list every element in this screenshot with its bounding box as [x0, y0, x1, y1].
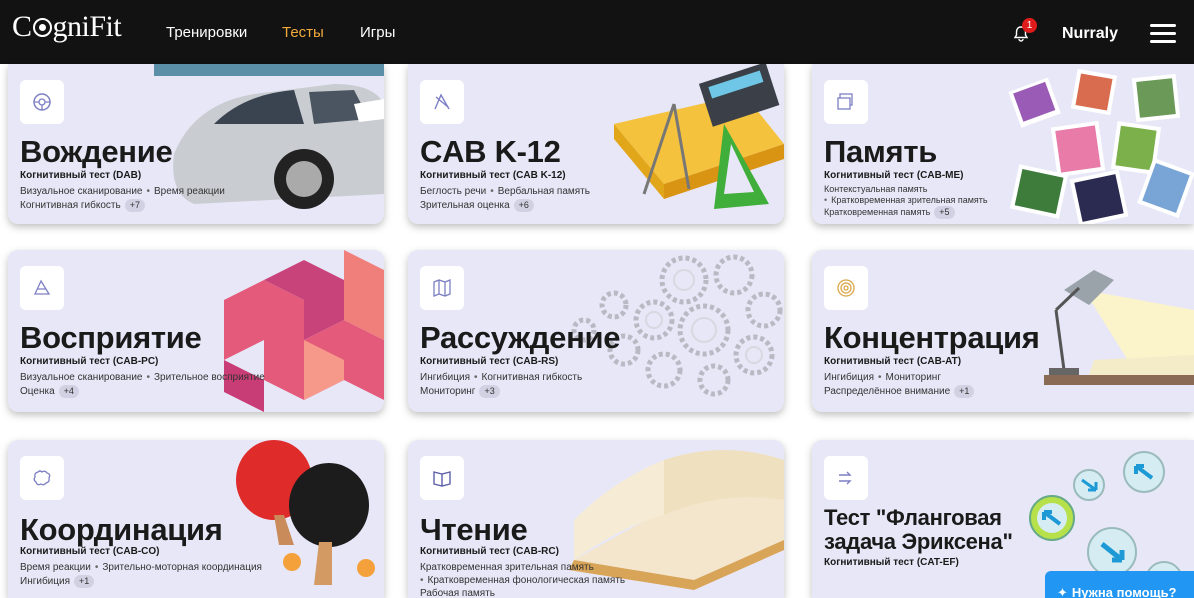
target-icon: [824, 266, 868, 310]
skill: Ингибиция: [420, 372, 470, 383]
card-skills: Ингибиция • Мониторинг Распределённое вним…: [824, 371, 975, 399]
skill: Когнитивная гибкость: [20, 200, 121, 211]
skill: Кратковременная зрительная память: [831, 195, 988, 205]
photos-illustration: [1008, 68, 1194, 224]
card-skills: Визуальное сканирование • Зрительное воспр…: [20, 372, 265, 398]
card-title: CAB K-12: [420, 134, 561, 169]
skill: Мониторинг: [885, 372, 941, 383]
photos-icon: [824, 80, 868, 124]
test-card-cab-k12[interactable]: CAB K-12 Когнитивный тест (CAB K-12) Бег…: [408, 64, 784, 224]
skill: Рабочая память: [420, 588, 495, 598]
card-subtitle: Когнитивный тест (CAB-PC): [20, 356, 159, 367]
card-title: Память: [824, 134, 937, 169]
skill: Вербальная память: [497, 186, 590, 197]
card-skills: Визуальное сканирование • Время реакции Ко…: [20, 186, 225, 212]
nav-trainings[interactable]: Тренировки: [166, 24, 247, 41]
skill: Визуальное сканирование: [20, 186, 143, 197]
skill: Оценка: [20, 386, 55, 397]
brain-icon: [20, 456, 64, 500]
skill: Ингибиция: [824, 372, 874, 383]
more-skills-chip: +1: [74, 575, 95, 588]
skill: Зрительное восприятие: [153, 372, 265, 383]
test-card-reasoning[interactable]: Рассуждение Когнитивный тест (CAB-RS) Ин…: [408, 250, 784, 412]
skill: Контекстуальная память: [824, 184, 928, 194]
card-skills: Контекстуальная память • Кратковременная …: [824, 184, 988, 219]
skill: Время реакции: [20, 562, 91, 573]
user-name[interactable]: Nurraly: [1062, 25, 1118, 43]
card-title: Рассуждение: [420, 320, 621, 355]
help-button[interactable]: ✦ Нужна помощь?: [1045, 571, 1194, 598]
steering-wheel-icon: [20, 80, 64, 124]
skill: Беглость речи: [420, 186, 487, 197]
school-supplies-icon: [420, 80, 464, 124]
card-title: Вождение: [20, 134, 173, 169]
skill: Время реакции: [153, 186, 225, 197]
card-skills: Беглость речи • Вербальная память Зрительн…: [420, 186, 590, 212]
skill: Кратковременная фонологическая память: [427, 575, 626, 586]
card-subtitle: Когнитивный тест (CAB-CO): [20, 546, 160, 557]
logo-text-start: C: [12, 10, 32, 43]
card-title: Чтение: [420, 512, 528, 547]
test-card-perception[interactable]: Восприятие Когнитивный тест (CAB-PC) Виз…: [8, 250, 384, 412]
logo-o-icon: [32, 18, 52, 37]
card-title: Концентрация: [824, 320, 1040, 355]
more-skills-chip: +7: [124, 199, 145, 212]
card-skills: Время реакции • Зрительно-моторная координ…: [20, 562, 262, 588]
skill: Распределённое внимание: [824, 386, 951, 397]
card-title-line: Тест "Фланговая: [824, 505, 1002, 530]
more-skills-chip: +6: [513, 199, 534, 212]
card-skills: Ингибиция • Когнитивная гибкость Мониторин…: [420, 372, 583, 398]
card-subtitle: Когнитивный тест (DAB): [20, 170, 142, 181]
skill: Визуальное сканирование: [20, 372, 143, 383]
cognifit-logo[interactable]: CgniFit: [12, 10, 122, 44]
nav-tests[interactable]: Тесты: [282, 24, 324, 41]
card-title: Тест "Фланговая задача Эриксена": [824, 506, 1013, 554]
skill: Мониторинг: [420, 386, 476, 397]
test-card-concentration[interactable]: Концентрация Когнитивный тест (CAB-AT) И…: [812, 250, 1194, 412]
card-subtitle: Когнитивный тест (CAB-AT): [824, 356, 962, 367]
card-title-line: задача Эриксена": [824, 529, 1013, 554]
skill: Кратковременная память: [824, 207, 931, 217]
skill: Ингибиция: [20, 576, 70, 587]
more-skills-chip: +5: [934, 206, 955, 219]
more-skills-chip: +1: [954, 385, 975, 398]
card-subtitle: Когнитивный тест (CAB K-12): [420, 170, 566, 181]
skill: Когнитивная гибкость: [481, 372, 583, 383]
card-title: Координация: [20, 512, 223, 547]
test-card-driving[interactable]: Вождение Когнитивный тест (DAB) Визуальн…: [8, 64, 384, 224]
test-card-coordination[interactable]: Координация Когнитивный тест (CAB-CO) Вр…: [8, 440, 384, 598]
top-navbar: CgniFit Тренировки Тесты Игры 1 Nurraly: [0, 0, 1194, 64]
triangle-shape-icon: [20, 266, 64, 310]
map-icon: [420, 266, 464, 310]
card-subtitle: Когнитивный тест (CAB-RS): [420, 356, 559, 367]
test-card-reading[interactable]: Чтение Когнитивный тест (CAB-RC) Кратков…: [408, 440, 784, 598]
skill: Зрительно-моторная координация: [102, 562, 262, 573]
skill: Зрительная оценка: [420, 200, 510, 211]
hamburger-menu-icon[interactable]: [1150, 24, 1176, 43]
test-card-memory[interactable]: Память Когнитивный тест (CAB-ME) Контекс…: [812, 64, 1194, 224]
more-skills-chip: +4: [58, 385, 79, 398]
notification-badge: 1: [1022, 18, 1037, 33]
more-skills-chip: +3: [479, 385, 500, 398]
sparkle-icon: ✦: [1057, 585, 1068, 598]
card-skills: Кратковременная зрительная память • Кратк…: [420, 562, 626, 598]
card-subtitle: Когнитивный тест (CAB-ME): [824, 170, 964, 181]
book-icon: [420, 456, 464, 500]
card-subtitle: Когнитивный тест (CAB-RC): [420, 546, 559, 557]
nav-games[interactable]: Игры: [360, 24, 395, 41]
help-button-label: Нужна помощь?: [1071, 585, 1177, 598]
logo-text-end: gniFit: [52, 10, 122, 43]
skill: Кратковременная зрительная память: [420, 562, 594, 573]
card-subtitle: Когнитивный тест (CAT-EF): [824, 557, 959, 568]
arrows-icon: [824, 456, 868, 500]
card-title: Восприятие: [20, 320, 202, 355]
